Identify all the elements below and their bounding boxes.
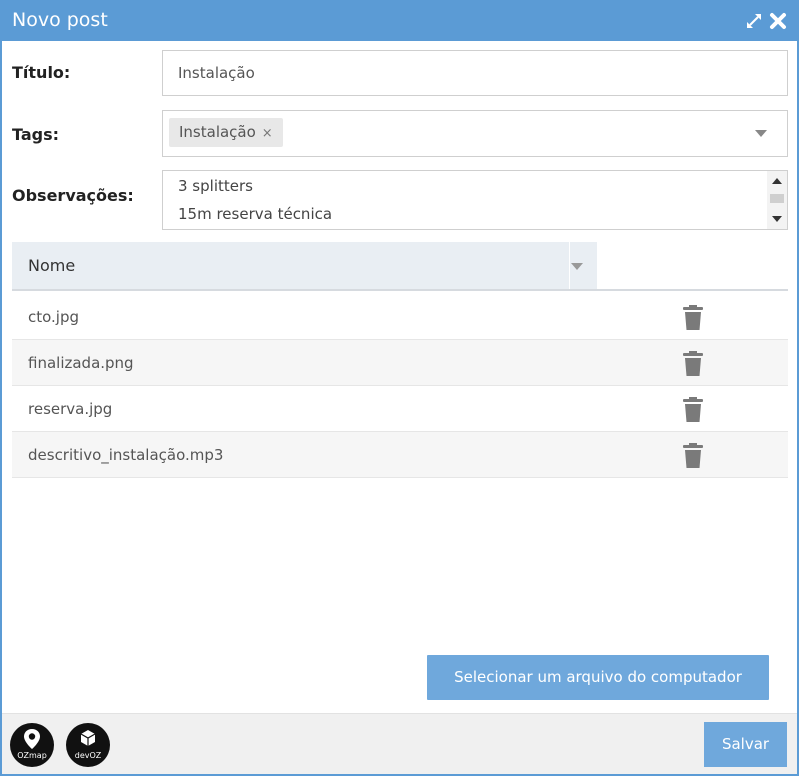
select-file-button[interactable]: Selecionar um arquivo do computador (427, 655, 769, 700)
trash-icon[interactable] (682, 351, 704, 377)
observacoes-textarea[interactable]: 3 splitters 15m reserva técnica (162, 170, 788, 230)
observacoes-label: Observações: (12, 186, 134, 205)
dropdown-caret-icon[interactable] (755, 130, 767, 137)
observacoes-line: 3 splitters (178, 177, 253, 195)
column-menu-caret-icon[interactable] (571, 263, 583, 270)
titulo-input[interactable]: Instalação (162, 50, 788, 96)
file-name: descritivo_instalação.mp3 (28, 446, 224, 464)
table-row[interactable]: finalizada.png (12, 340, 788, 386)
tag-chip-label: Instalação (179, 123, 256, 141)
table-row[interactable]: reserva.jpg (12, 386, 788, 432)
tags-label: Tags: (12, 125, 60, 144)
footer-bar: OZmap devOZ Salvar (2, 713, 797, 774)
trash-icon[interactable] (682, 305, 704, 331)
file-name: finalizada.png (28, 354, 134, 372)
grid-header-border (12, 289, 788, 291)
trash-icon[interactable] (682, 443, 704, 469)
close-icon[interactable] (768, 11, 788, 31)
scroll-thumb[interactable] (770, 194, 784, 203)
trash-icon[interactable] (682, 397, 704, 423)
save-button[interactable]: Salvar (704, 722, 787, 767)
ozmap-logo-text: OZmap (17, 751, 47, 760)
devoz-logo-text: devOZ (74, 751, 102, 760)
grid-header: Nome (12, 242, 597, 289)
scroll-down-icon[interactable] (771, 215, 783, 223)
table-row[interactable]: cto.jpg (12, 294, 788, 340)
title-bar: Novo post (2, 2, 797, 41)
file-name: reserva.jpg (28, 400, 113, 418)
titulo-value: Instalação (178, 64, 255, 82)
textarea-scrollbar[interactable] (767, 171, 787, 229)
tag-chip: Instalação × (169, 118, 283, 147)
map-pin-icon (24, 729, 40, 749)
observacoes-line: 15m reserva técnica (178, 205, 333, 223)
tags-select[interactable]: Instalação × (162, 110, 788, 157)
scroll-up-icon[interactable] (771, 177, 783, 185)
table-row[interactable]: descritivo_instalação.mp3 (12, 432, 788, 478)
column-header-nome[interactable]: Nome (28, 256, 75, 275)
window-title: Novo post (12, 9, 108, 31)
new-post-window: Novo post Título: Instalação Tags: Insta… (0, 0, 799, 776)
cube-icon (80, 730, 96, 746)
devoz-logo: devOZ (66, 723, 110, 767)
file-name: cto.jpg (28, 308, 80, 326)
column-separator (569, 242, 570, 289)
titulo-label: Título: (12, 63, 71, 82)
expand-icon[interactable] (744, 11, 764, 31)
tag-remove-icon[interactable]: × (262, 126, 273, 141)
ozmap-logo: OZmap (10, 723, 54, 767)
